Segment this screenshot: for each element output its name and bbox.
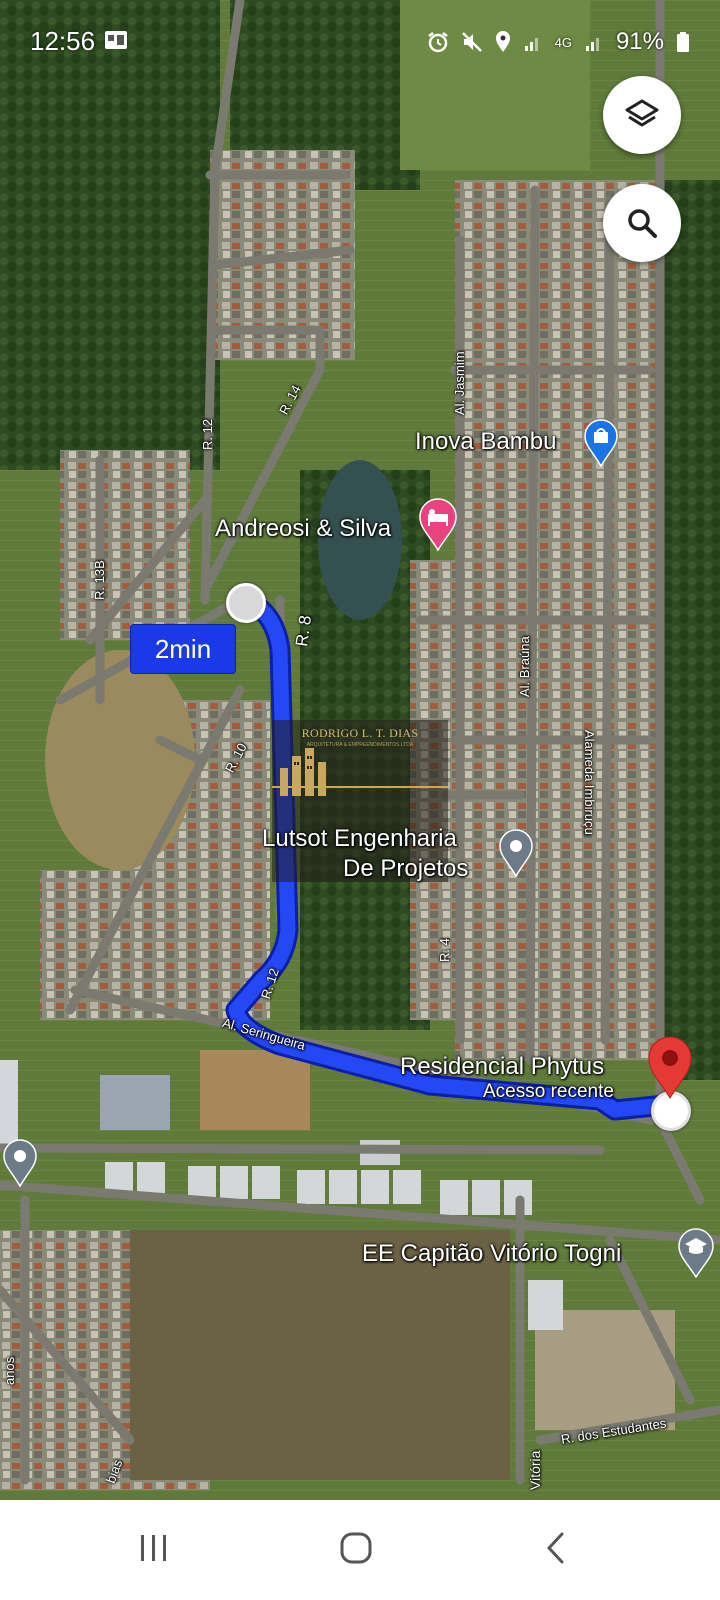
street-label-vitoria: Vitória bbox=[527, 1450, 543, 1490]
battery-icon bbox=[677, 32, 689, 52]
place-label-inova-bambu[interactable]: Inova Bambu bbox=[415, 428, 556, 456]
street-label-alameda-imbirucu: Alameda Imbiruçu bbox=[582, 730, 597, 835]
route-start-marker bbox=[226, 583, 266, 623]
place-label-residencial-phytus[interactable]: Residencial Phytus bbox=[400, 1053, 604, 1081]
battery-percentage: 91% bbox=[615, 28, 664, 55]
street-label-anos: anos bbox=[2, 1356, 17, 1385]
back-button[interactable] bbox=[530, 1522, 582, 1574]
place-label-andreosi-silva[interactable]: Andreosi & Silva bbox=[215, 515, 391, 543]
place-label-lutsot-line1[interactable]: Lutsot Engenharia bbox=[262, 825, 457, 853]
street-label-al-jasmim: Al. Jasmim bbox=[452, 351, 467, 415]
street-label-r8: R. 8 bbox=[292, 614, 316, 648]
street-label-r13b: R. 13B bbox=[92, 560, 107, 600]
building-logo-icon bbox=[280, 748, 326, 796]
place-label-ee-capitao[interactable]: EE Capitão Vitório Togni bbox=[362, 1240, 621, 1268]
alarm-icon bbox=[427, 32, 448, 53]
street-label-r12-top: R. 12 bbox=[200, 418, 215, 450]
network-type: 4G bbox=[554, 34, 572, 50]
signal-strength-icon bbox=[585, 38, 599, 51]
sim-card-icon bbox=[104, 30, 128, 55]
search-icon bbox=[628, 209, 657, 238]
street-label-al-brauna: Al. Braúna bbox=[517, 636, 532, 697]
search-button[interactable] bbox=[603, 184, 681, 262]
status-icons: 4G 91% bbox=[427, 28, 690, 56]
route-duration-badge[interactable]: 2min bbox=[130, 624, 236, 674]
home-button[interactable] bbox=[330, 1522, 382, 1574]
location-icon bbox=[495, 31, 510, 52]
recents-button[interactable] bbox=[128, 1522, 180, 1574]
back-icon bbox=[547, 1532, 564, 1564]
status-time: 12:56 bbox=[30, 26, 96, 56]
place-sublabel-acesso-recente: Acesso recente bbox=[483, 1081, 614, 1102]
layers-button[interactable] bbox=[603, 76, 681, 154]
place-label-lutsot-line2[interactable]: De Projetos bbox=[343, 855, 468, 883]
status-bar: 12:56 4G 91% bbox=[0, 0, 720, 70]
route-duration-label: 2min bbox=[154, 633, 212, 664]
system-navigation-bar bbox=[0, 1500, 720, 1600]
street-label-r4: R. 4 bbox=[437, 938, 452, 962]
mute-icon bbox=[461, 32, 482, 52]
home-icon bbox=[340, 1532, 372, 1564]
layers-icon bbox=[625, 99, 659, 127]
watermark-name: RODRIGO L. T. DIAS bbox=[301, 726, 419, 740]
recents-icon bbox=[141, 1535, 166, 1561]
signal-icon bbox=[524, 38, 538, 51]
